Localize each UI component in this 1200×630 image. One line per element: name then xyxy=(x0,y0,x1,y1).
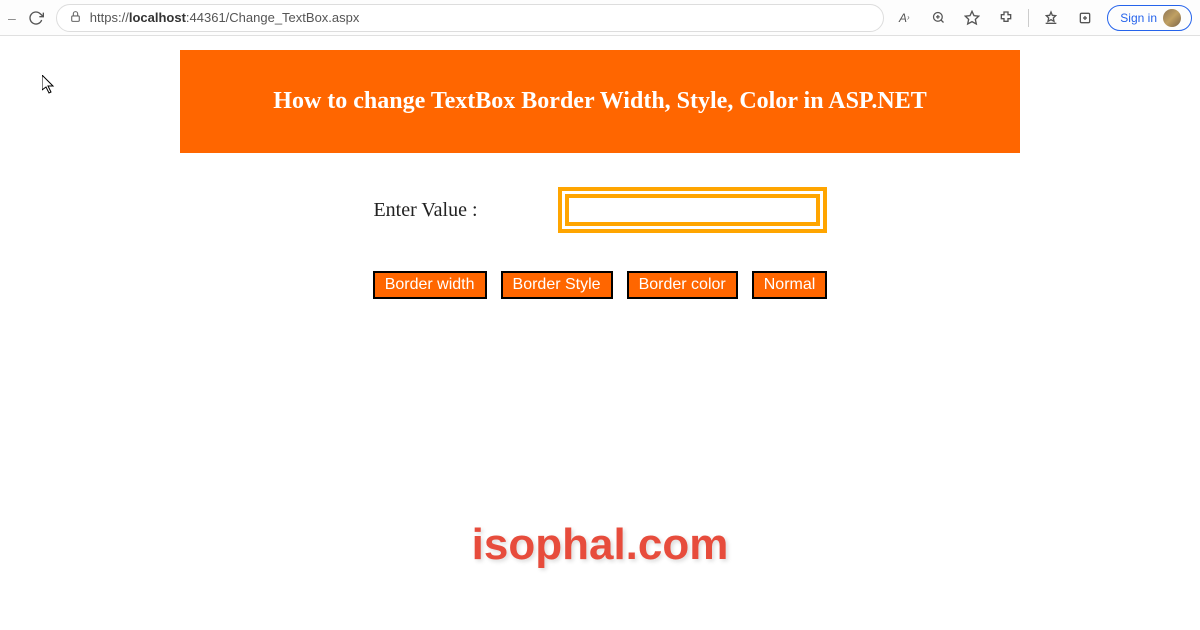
address-bar[interactable]: https://localhost:44361/Change_TextBox.a… xyxy=(56,4,885,32)
page-content: How to change TextBox Border Width, Styl… xyxy=(0,36,1200,299)
favorite-star-icon[interactable] xyxy=(960,6,984,30)
normal-button[interactable]: Normal xyxy=(752,271,828,299)
toolbar-right: A› xyxy=(892,5,1192,31)
signin-button[interactable]: Sign in xyxy=(1107,5,1192,31)
input-label: Enter Value : xyxy=(373,199,477,222)
url-text: https://localhost:44361/Change_TextBox.a… xyxy=(90,10,872,25)
border-width-button[interactable]: Border width xyxy=(373,271,487,299)
lock-icon xyxy=(69,10,82,26)
buttons-row: Border width Border Style Border color N… xyxy=(180,271,1020,299)
url-path: /Change_TextBox.aspx xyxy=(226,10,360,25)
value-input[interactable] xyxy=(565,194,820,226)
signin-label: Sign in xyxy=(1120,11,1157,25)
form-area: Enter Value : xyxy=(180,187,1020,233)
toolbar-divider xyxy=(1028,9,1029,27)
border-color-button[interactable]: Border color xyxy=(627,271,738,299)
avatar xyxy=(1163,9,1181,27)
url-port: :44361 xyxy=(186,10,226,25)
url-host: localhost xyxy=(129,10,186,25)
watermark: isophal.com xyxy=(472,520,729,570)
dash-left: – xyxy=(8,10,16,26)
read-aloud-icon[interactable]: A› xyxy=(892,6,916,30)
textbox-wrapper xyxy=(558,187,827,233)
border-style-button[interactable]: Border Style xyxy=(501,271,613,299)
collections-icon[interactable] xyxy=(1073,6,1097,30)
browser-toolbar: – https://localhost:44361/Change_TextBox… xyxy=(0,0,1200,36)
zoom-icon[interactable] xyxy=(926,6,950,30)
url-prefix: https:// xyxy=(90,10,129,25)
extensions-icon[interactable] xyxy=(994,6,1018,30)
refresh-icon[interactable] xyxy=(24,6,48,30)
favorites-list-icon[interactable] xyxy=(1039,6,1063,30)
page-title: How to change TextBox Border Width, Styl… xyxy=(180,50,1020,153)
